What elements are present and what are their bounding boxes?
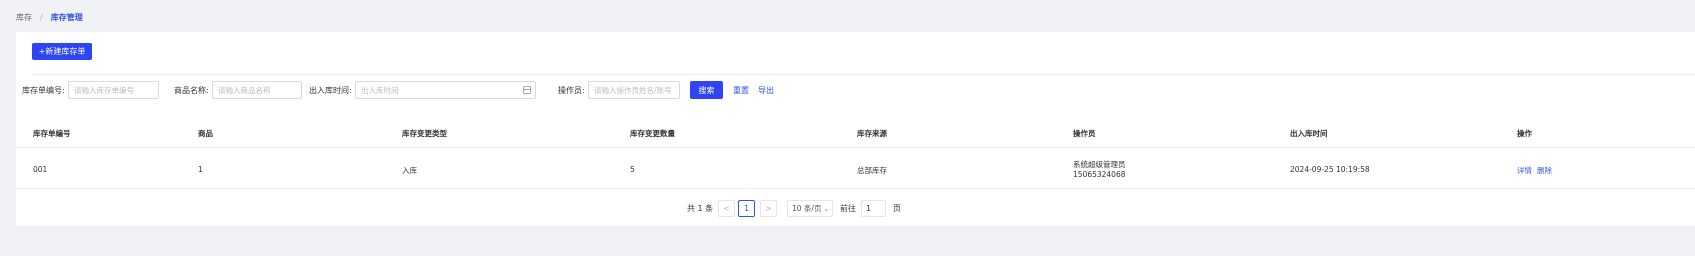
goto-page-input[interactable]: 1 [861, 200, 886, 217]
operator-label: 操作员: [558, 86, 585, 95]
prev-page-button[interactable]: < [718, 200, 735, 217]
order-no-input[interactable]: 请输入库存单编号 [68, 81, 159, 99]
product-name-label: 商品名称: [174, 86, 209, 95]
export-link[interactable]: 导出 [758, 85, 774, 96]
column-header-order-no: 库存单编号 [33, 129, 71, 138]
pagination-total: 共 1 条 [687, 204, 714, 213]
order-no-label: 库存单编号: [22, 86, 65, 95]
page-unit-label: 页 [893, 204, 901, 213]
next-page-button[interactable]: > [760, 200, 777, 217]
table-card: 库存单编号 商品 库存变更类型 库存变更数量 库存来源 操作员 出入库时间 操作… [16, 116, 1695, 226]
breadcrumb-current: 库存管理 [50, 12, 83, 22]
column-header-change-type: 库存变更类型 [402, 129, 447, 138]
product-name-placeholder: 请输入商品名称 [218, 85, 271, 95]
column-header-operator: 操作员 [1073, 129, 1096, 138]
time-placeholder: 出入库时间 [361, 85, 399, 95]
page-1-button[interactable]: 1 [738, 200, 755, 217]
calendar-icon [523, 86, 531, 94]
pagination: 共 1 条 < 1 > 10 条/页 ⌄ 前往 1 页 [16, 200, 1695, 217]
operator-input[interactable]: 请输入操作员姓名/账号 [588, 81, 680, 99]
page-size-select[interactable]: 10 条/页 ⌄ [787, 200, 833, 217]
divider [32, 74, 1695, 75]
time-range-picker[interactable]: 出入库时间 [355, 81, 536, 99]
page-size-value: 10 条/页 [792, 204, 822, 213]
column-header-product: 商品 [198, 129, 213, 138]
column-header-change-quantity: 库存变更数量 [630, 129, 675, 138]
cell-operator-account: 15065324068 [1073, 170, 1126, 179]
cell-source: 总部库存 [857, 166, 887, 175]
product-name-input[interactable]: 请输入商品名称 [212, 81, 302, 99]
goto-label: 前往 [840, 204, 856, 213]
column-header-time: 出入库时间 [1290, 129, 1328, 138]
delete-link[interactable]: 删除 [1537, 165, 1552, 176]
breadcrumb-parent[interactable]: 库存 [16, 12, 32, 23]
cell-change-type: 入库 [402, 166, 417, 175]
reset-link[interactable]: 重置 [733, 85, 749, 96]
cell-order-no: 001 [33, 165, 48, 174]
cell-operator-name: 系统超级管理员 [1073, 160, 1126, 169]
column-header-actions: 操作 [1517, 129, 1532, 138]
time-label: 出入库时间: [309, 86, 352, 95]
detail-link[interactable]: 详情 [1517, 165, 1532, 176]
breadcrumb-separator: / [40, 12, 43, 22]
filter-bar: 库存单编号: 请输入库存单编号 商品名称: 请输入商品名称 出入库时间: 出入库… [16, 81, 1695, 101]
new-inventory-button[interactable]: +新建库存单 [32, 43, 92, 60]
order-no-placeholder: 请输入库存单编号 [74, 85, 134, 95]
filter-card: +新建库存单 库存单编号: 请输入库存单编号 商品名称: 请输入商品名称 出入库… [16, 32, 1695, 118]
table-row: 001 1 入库 5 总部库存 系统超级管理员 15065324068 2024… [16, 149, 1695, 189]
chevron-down-icon: ⌄ [823, 204, 830, 213]
breadcrumb: 库存 / 库存管理 [16, 11, 83, 23]
cell-time: 2024-09-25 10:19:58 [1290, 165, 1370, 174]
cell-change-quantity: 5 [630, 165, 635, 174]
table-header: 库存单编号 商品 库存变更类型 库存变更数量 库存来源 操作员 出入库时间 操作 [16, 116, 1695, 148]
column-header-source: 库存来源 [857, 129, 887, 138]
cell-product: 1 [198, 165, 203, 174]
search-button[interactable]: 搜索 [690, 81, 723, 99]
operator-placeholder: 请输入操作员姓名/账号 [594, 85, 672, 95]
